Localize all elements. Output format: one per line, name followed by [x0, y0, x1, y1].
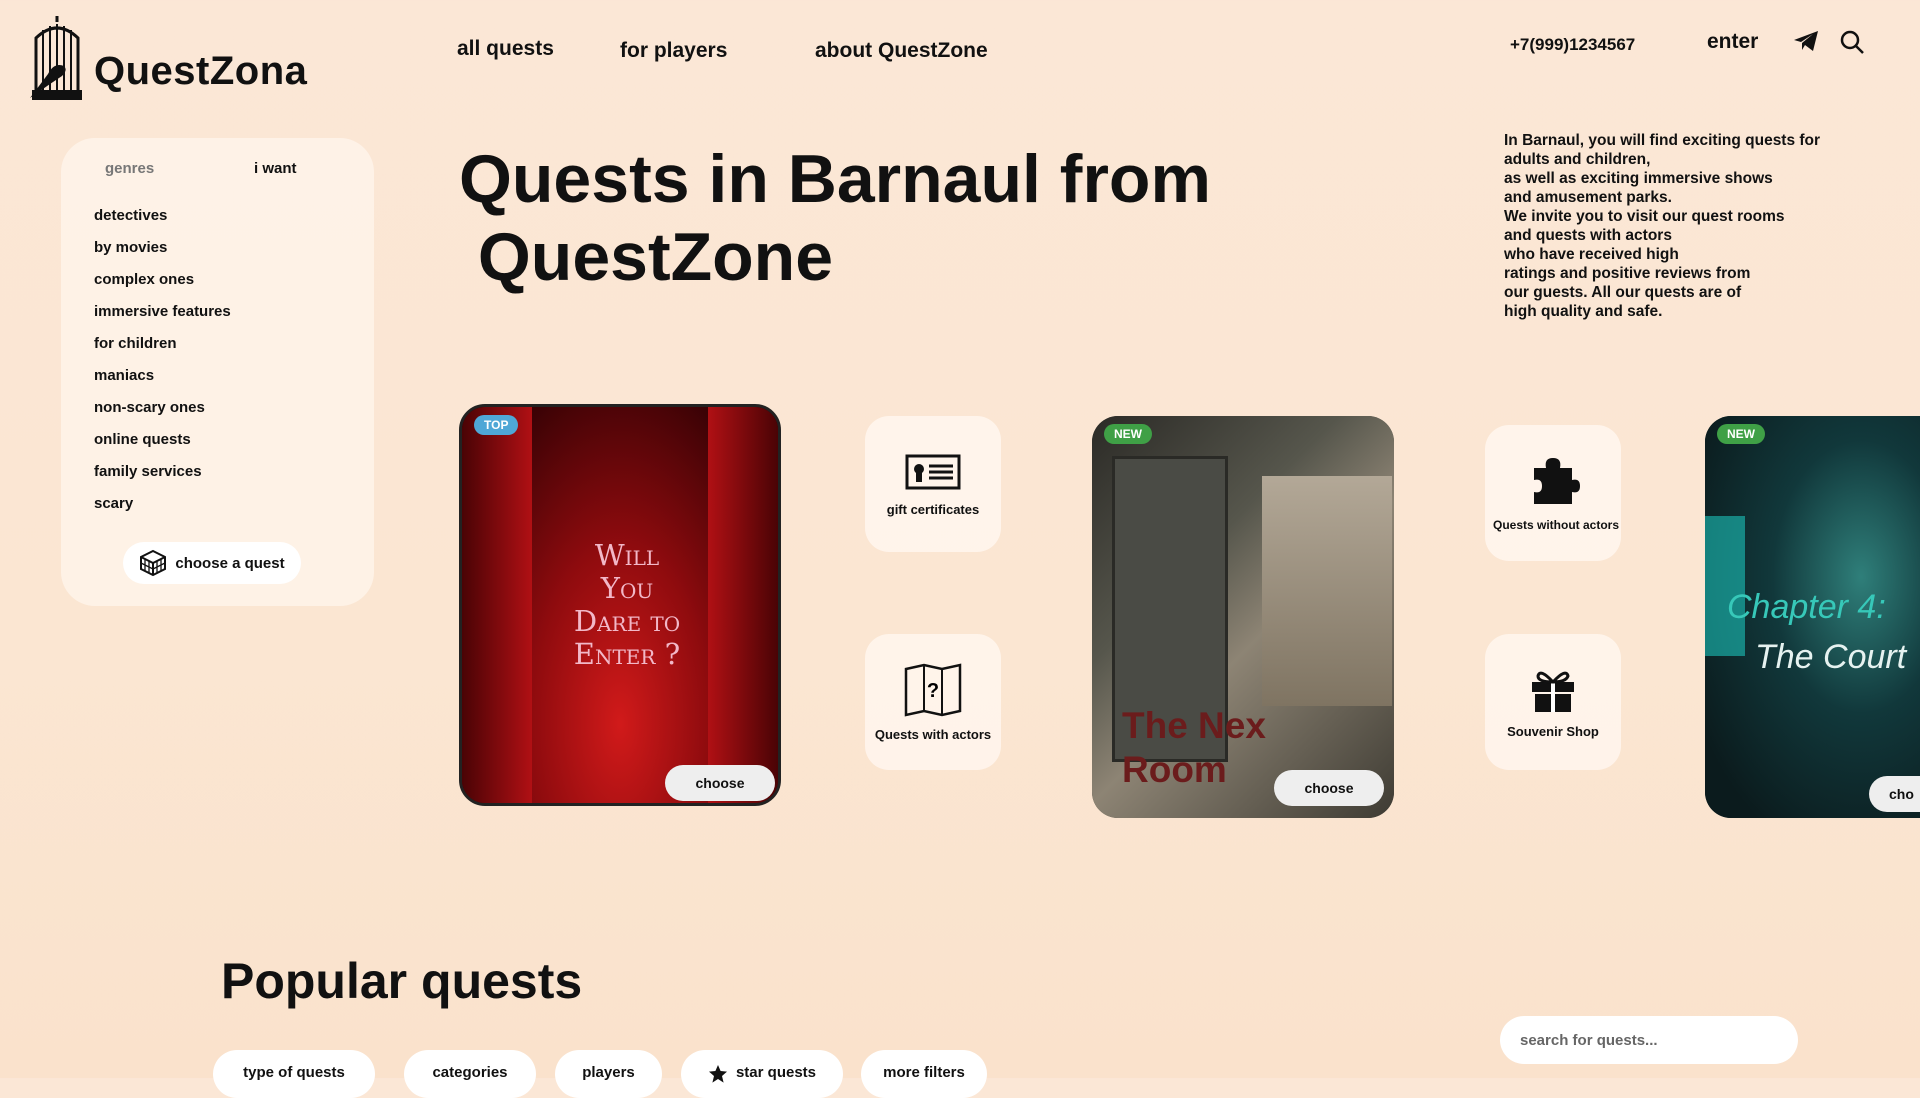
badge-top: TOP [474, 415, 519, 435]
filter-label: categories [432, 1064, 508, 1081]
page-title: Quests in Barnaul from QuestZone [459, 140, 1211, 296]
genre-sidebar: genres i want detectives by movies compl… [61, 138, 374, 606]
search-icon[interactable] [1839, 29, 1865, 60]
tile-quests-with-actors[interactable]: ? Quests with actors [865, 634, 1001, 770]
genre-item-family[interactable]: family services [94, 462, 231, 494]
filter-label: more filters [883, 1064, 965, 1081]
nav-all-quests-link[interactable]: all quests [457, 37, 554, 60]
bird-cage-icon [30, 16, 82, 100]
tiled-wall [1262, 476, 1392, 706]
tile-quests-without-actors[interactable]: Quests without actors [1485, 425, 1621, 561]
filter-star-quests[interactable]: star quests [681, 1050, 843, 1098]
tile-without-actors-label: Quests without actors [1492, 518, 1620, 532]
tile-gift-certificates[interactable]: gift certificates [865, 416, 1001, 552]
nav-for-players[interactable]: for players [620, 39, 727, 63]
genre-item-online[interactable]: online quests [94, 430, 231, 462]
genre-item-immersive[interactable]: immersive features [94, 302, 231, 334]
phone-number[interactable]: +7(999)1234567 [1510, 35, 1635, 55]
choose-button[interactable]: cho [1869, 776, 1920, 812]
genre-item-detectives[interactable]: detectives [94, 206, 231, 238]
page-title-line1: Quests in Barnaul from [459, 141, 1211, 217]
telegram-icon[interactable] [1793, 30, 1819, 57]
genre-item-complex[interactable]: complex ones [94, 270, 231, 302]
filter-more-filters[interactable]: more filters [861, 1050, 987, 1098]
puzzle-icon [1534, 458, 1580, 504]
quest-card-image-text: Will You Dare to Enter ? [573, 538, 681, 671]
neon-sign [1705, 516, 1745, 656]
hero-description: In Barnaul, you will find exciting quest… [1504, 132, 1821, 320]
filter-players[interactable]: players [555, 1050, 662, 1098]
genre-item-children[interactable]: for children [94, 334, 231, 366]
quest-card-image-text-1: Chapter 4: [1727, 588, 1886, 626]
choose-quest-label: choose a quest [175, 554, 285, 572]
nav-about-link[interactable]: about QuestZone [815, 39, 988, 62]
filter-label: players [582, 1064, 635, 1081]
tab-genres[interactable]: genres [105, 160, 154, 177]
enter-link[interactable]: enter [1707, 30, 1758, 54]
tile-gift-label: gift certificates [886, 501, 980, 517]
genre-item-maniacs[interactable]: maniacs [94, 366, 231, 398]
filter-label: star quests [735, 1064, 817, 1081]
logo[interactable]: QuestZona [26, 14, 307, 106]
tile-with-actors-label: Quests with actors [874, 726, 992, 742]
nav-for-players-link[interactable]: for players [620, 39, 727, 62]
filter-label: type of quests [243, 1064, 345, 1081]
choose-quest-button[interactable]: choose a quest [123, 542, 301, 584]
quest-card-image-text-2: The Court [1755, 638, 1907, 676]
popular-quests-title: Popular quests [221, 953, 583, 1009]
certificate-icon [905, 454, 961, 489]
genre-item-non-scary[interactable]: non-scary ones [94, 398, 231, 430]
badge-new: NEW [1717, 424, 1765, 444]
star-icon [708, 1065, 727, 1083]
page-title-line2: QuestZone [459, 219, 834, 295]
filter-type-of-quests[interactable]: type of quests [213, 1050, 375, 1098]
nav-all-quests[interactable]: all quests [457, 37, 554, 61]
nav-about[interactable]: about QuestZone [815, 39, 988, 63]
badge-new: NEW [1104, 424, 1152, 444]
brand-name: QuestZona [94, 48, 308, 93]
tab-i-want[interactable]: i want [254, 160, 297, 177]
filter-categories[interactable]: categories [404, 1050, 536, 1098]
svg-text:?: ? [927, 680, 939, 702]
quest-card-new-1[interactable]: NEW The Nex Room choose [1092, 416, 1394, 818]
tile-souvenir-shop[interactable]: Souvenir Shop [1485, 634, 1621, 770]
genre-list: detectives by movies complex ones immers… [94, 206, 231, 526]
quest-card-top[interactable]: TOP Will You Dare to Enter ? choose [459, 404, 781, 806]
map-question-icon: ? [904, 662, 962, 717]
quest-card-image-text: The Nex Room [1122, 705, 1266, 790]
choose-button[interactable]: choose [1274, 770, 1384, 806]
curtain-right [708, 407, 778, 803]
genre-item-by-movies[interactable]: by movies [94, 238, 231, 270]
quest-card-new-2[interactable]: NEW Chapter 4: The Court cho [1705, 416, 1920, 818]
cube-icon [140, 549, 167, 577]
gift-icon [1532, 671, 1574, 712]
genre-item-scary[interactable]: scary [94, 494, 231, 526]
curtain-left [462, 407, 532, 803]
choose-button[interactable]: choose [665, 765, 775, 801]
tile-souvenir-label: Souvenir Shop [1507, 723, 1599, 739]
quest-search-input[interactable]: search for quests... [1500, 1016, 1798, 1064]
